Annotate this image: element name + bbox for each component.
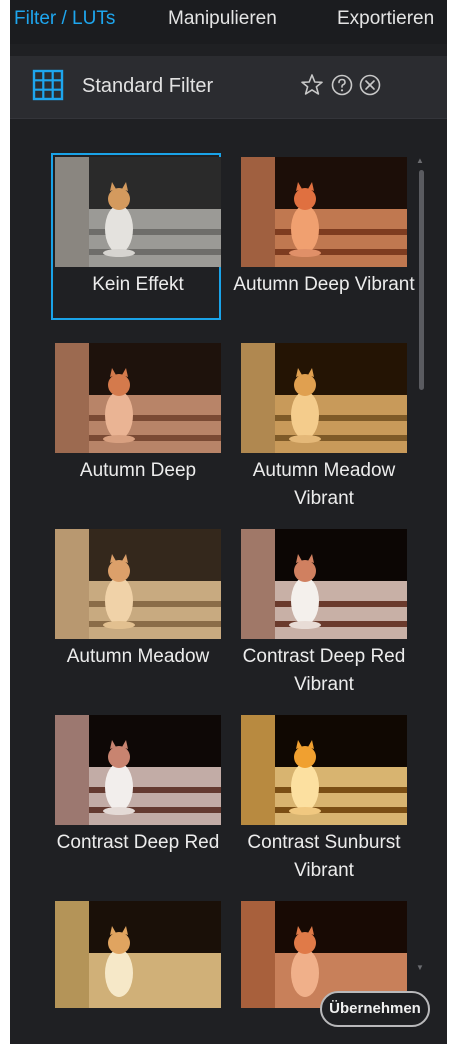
filter-label: Autumn Deep — [79, 460, 197, 481]
thumb-image — [55, 157, 221, 267]
scroll-down-arrow-icon[interactable]: ▼ — [416, 963, 424, 972]
thumb-image — [241, 343, 407, 453]
filter-label: Autumn Meadow Vibrant — [252, 460, 396, 509]
filter-label: Kein Effekt — [92, 274, 184, 295]
filter-label: Autumn Deep Vibrant — [233, 274, 415, 295]
apply-button[interactable]: Übernehmen — [320, 991, 430, 1027]
filter-grid: Kein Effekt Autumn Deep Vibrant Autumn D… — [10, 118, 447, 1008]
thumb-image — [55, 529, 221, 639]
panel-title: Standard Filter — [82, 75, 214, 97]
thumb-image — [55, 715, 221, 825]
thumb-image — [241, 715, 407, 825]
tab-bar: Filter / LUTs Manipulieren Exportieren — [10, 0, 447, 44]
star-icon[interactable] — [300, 73, 324, 97]
tab-manipulieren[interactable]: Manipulieren — [168, 8, 277, 30]
close-icon[interactable] — [358, 73, 382, 97]
thumb-image — [241, 529, 407, 639]
filter-label: Contrast Deep Red — [56, 832, 220, 853]
filter-label: Autumn Meadow — [66, 646, 210, 667]
tab-exportieren[interactable]: Exportieren — [337, 8, 434, 30]
scroll-up-arrow-icon[interactable]: ▲ — [416, 156, 424, 165]
thumb-image — [241, 157, 407, 267]
thumb-image — [55, 901, 221, 1008]
help-icon[interactable] — [330, 73, 354, 97]
scrollbar-thumb[interactable] — [419, 170, 424, 390]
panel-header: Standard Filter — [10, 56, 447, 119]
grid-icon[interactable] — [32, 69, 64, 101]
filter-label: Contrast Deep Red Vibrant — [242, 646, 406, 695]
filter-panel-window: Filter / LUTs Manipulieren Exportieren S… — [10, 0, 447, 1044]
filter-label: Contrast Sunburst Vibrant — [247, 832, 401, 881]
thumb-image — [55, 343, 221, 453]
tab-filter-luts[interactable]: Filter / LUTs — [14, 8, 115, 30]
